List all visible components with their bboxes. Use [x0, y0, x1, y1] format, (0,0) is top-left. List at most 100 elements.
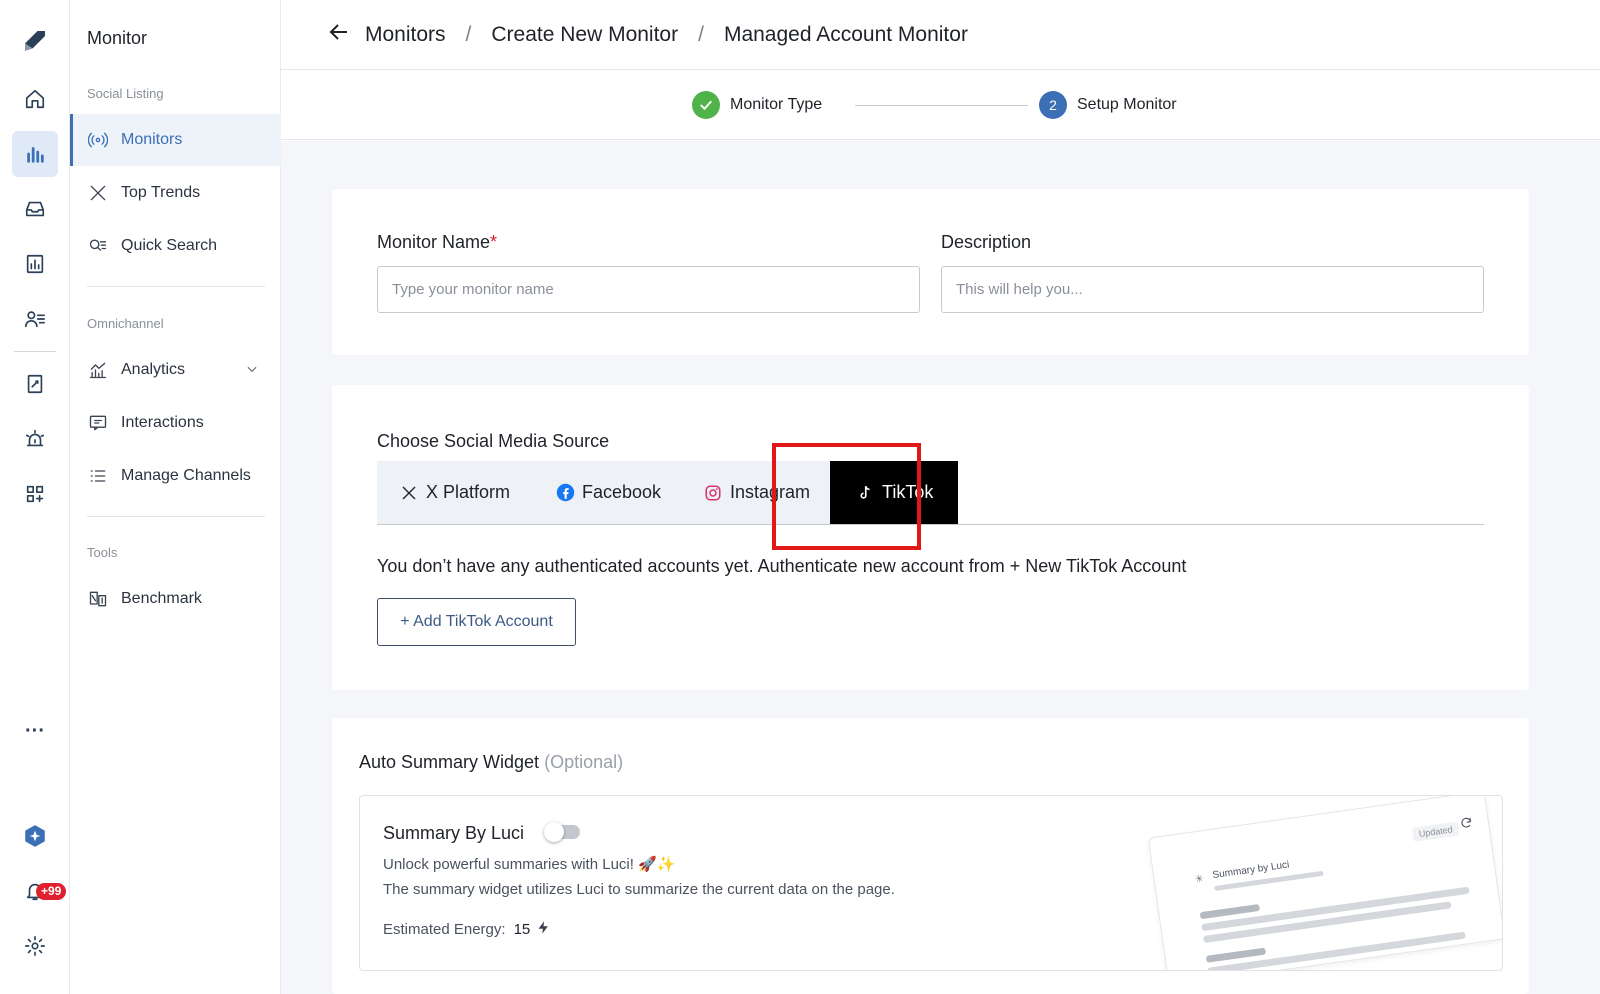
step-number: 2 — [1039, 91, 1067, 119]
no-accounts-message: You don’t have any authenticated account… — [377, 556, 1187, 576]
section-omnichannel: Omnichannel — [87, 316, 164, 331]
summary-line-2: The summary widget utilizes Luci to summ… — [383, 881, 895, 898]
sparkle-icon: ✳ — [1194, 873, 1205, 886]
tab-label: Facebook — [582, 482, 662, 502]
notes-icon[interactable] — [12, 361, 58, 407]
subnav-item-benchmark[interactable]: Benchmark — [70, 573, 281, 625]
analytics-icon — [87, 359, 109, 381]
benchmark-icon — [87, 588, 109, 610]
check-icon — [692, 91, 720, 119]
apps-icon[interactable] — [12, 471, 58, 517]
breadcrumb-separator: / — [465, 22, 472, 46]
subnav-divider — [87, 516, 265, 517]
home-icon[interactable] — [12, 76, 58, 122]
tab-x-platform[interactable]: X Platform — [399, 461, 510, 524]
tab-label: Instagram — [730, 482, 811, 502]
subnav-item-manage-channels[interactable]: Manage Channels — [70, 450, 281, 502]
interactions-icon — [87, 412, 109, 434]
inbox-icon[interactable] — [12, 186, 58, 232]
step-monitor-type[interactable]: Monitor Type — [692, 91, 822, 119]
luci-ai-icon[interactable] — [12, 813, 58, 859]
subnav-item-label: Top Trends — [121, 184, 201, 201]
preview-card: Summary by Luci Updated ✳ — [1147, 796, 1502, 970]
energy-value: 15 — [513, 921, 531, 938]
subnav-item-quick-search[interactable]: Quick Search — [70, 220, 281, 272]
source-tabs: X Platform Facebook Instagram TikTok — [377, 461, 1484, 525]
lightning-icon — [536, 920, 551, 939]
subnav-item-analytics[interactable]: Analytics — [70, 344, 281, 396]
stepper: Monitor Type 2 Setup Monitor — [281, 70, 1600, 140]
auto-summary-title: Auto Summary Widget (Optional) — [359, 752, 624, 772]
rail-divider — [14, 351, 56, 352]
subnav-item-label: Interactions — [121, 414, 204, 431]
chevron-down-icon[interactable] — [245, 362, 259, 381]
auto-summary-card: Auto Summary Widget (Optional) Summary B… — [332, 718, 1529, 994]
step-label: Setup Monitor — [1077, 96, 1177, 113]
description-input[interactable]: This will help you... — [941, 266, 1484, 313]
required-asterisk: * — [490, 232, 498, 252]
logo-icon[interactable] — [12, 18, 58, 64]
icon-rail: ··· +99 — [0, 0, 70, 994]
notification-badge: +99 — [36, 883, 67, 900]
contacts-icon[interactable] — [12, 296, 58, 342]
preview-badge: Updated — [1411, 821, 1460, 842]
add-tiktok-account-button[interactable]: + Add TikTok Account — [377, 598, 576, 646]
stepper-connector — [855, 105, 1028, 106]
estimated-energy: Estimated Energy: 15 — [383, 920, 551, 939]
settings-gear-icon[interactable] — [12, 923, 58, 969]
description-label: Description — [941, 232, 1032, 252]
main-content: Monitor Name* Type your monitor name Des… — [281, 141, 1600, 994]
toggle-knob — [544, 822, 564, 842]
monitor-chart-icon[interactable] — [12, 131, 58, 177]
list-icon — [87, 465, 109, 487]
tab-instagram[interactable]: Instagram — [703, 461, 810, 524]
x-logo-icon — [399, 483, 419, 503]
alert-icon[interactable] — [12, 416, 58, 462]
radar-icon — [87, 129, 109, 151]
breadcrumb-current-page: Managed Account Monitor — [723, 22, 968, 46]
subnav-item-monitors[interactable]: Monitors — [70, 114, 281, 166]
subnav-item-label: Quick Search — [121, 237, 218, 254]
section-social-listing: Social Listing — [87, 86, 164, 101]
summary-toggle[interactable] — [544, 822, 580, 842]
subnav-title: Monitor — [87, 28, 148, 48]
energy-label: Estimated Energy: — [383, 921, 506, 938]
breadcrumb-monitors[interactable]: Monitors — [365, 23, 446, 47]
subnav-item-interactions[interactable]: Interactions — [70, 397, 281, 449]
x-logo-icon — [87, 182, 109, 204]
subnav-item-label: Benchmark — [121, 590, 202, 607]
subnav-item-top-trends[interactable]: Top Trends — [70, 167, 281, 219]
monitor-subnav: Monitor Social Listing Monitors Top Tren… — [70, 0, 281, 994]
social-source-card: Choose Social Media Source X Platform Fa… — [332, 385, 1529, 690]
arrow-left-icon[interactable] — [327, 20, 351, 49]
subnav-item-label: Analytics — [121, 361, 186, 378]
subnav-item-label: Manage Channels — [121, 467, 251, 484]
summary-preview-image: Summary by Luci Updated ✳ — [1145, 796, 1502, 970]
step-label: Monitor Type — [730, 96, 823, 113]
tab-label: X Platform — [426, 482, 511, 502]
tab-tiktok[interactable]: TikTok — [830, 461, 959, 524]
summary-line-1: Unlock powerful summaries with Luci! 🚀✨ — [383, 856, 676, 873]
tab-facebook[interactable]: Facebook — [555, 461, 661, 524]
tab-label: TikTok — [882, 482, 934, 502]
report-icon[interactable] — [12, 241, 58, 287]
summary-by-luci-box: Summary By Luci Unlock powerful summarie… — [359, 795, 1503, 971]
subnav-divider — [87, 286, 265, 287]
breadcrumb-separator: / — [698, 22, 704, 46]
step-setup-monitor: 2 Setup Monitor — [1039, 91, 1177, 119]
source-label: Choose Social Media Source — [377, 431, 610, 451]
breadcrumb: Monitors / Create New Monitor / Managed … — [281, 0, 1600, 70]
monitor-details-card: Monitor Name* Type your monitor name Des… — [332, 189, 1529, 355]
instagram-icon — [703, 483, 723, 503]
optional-label: (Optional) — [544, 752, 624, 772]
search-list-icon — [87, 235, 109, 257]
breadcrumb-create-new-monitor[interactable]: Create New Monitor — [491, 23, 678, 47]
summary-title: Summary By Luci — [383, 823, 525, 843]
monitor-name-input[interactable]: Type your monitor name — [377, 266, 920, 313]
refresh-icon — [1459, 815, 1474, 835]
section-tools: Tools — [87, 545, 118, 560]
subnav-item-label: Monitors — [121, 131, 183, 148]
more-icon[interactable]: ··· — [12, 708, 58, 754]
tiktok-icon — [855, 483, 875, 503]
facebook-icon — [555, 483, 575, 503]
